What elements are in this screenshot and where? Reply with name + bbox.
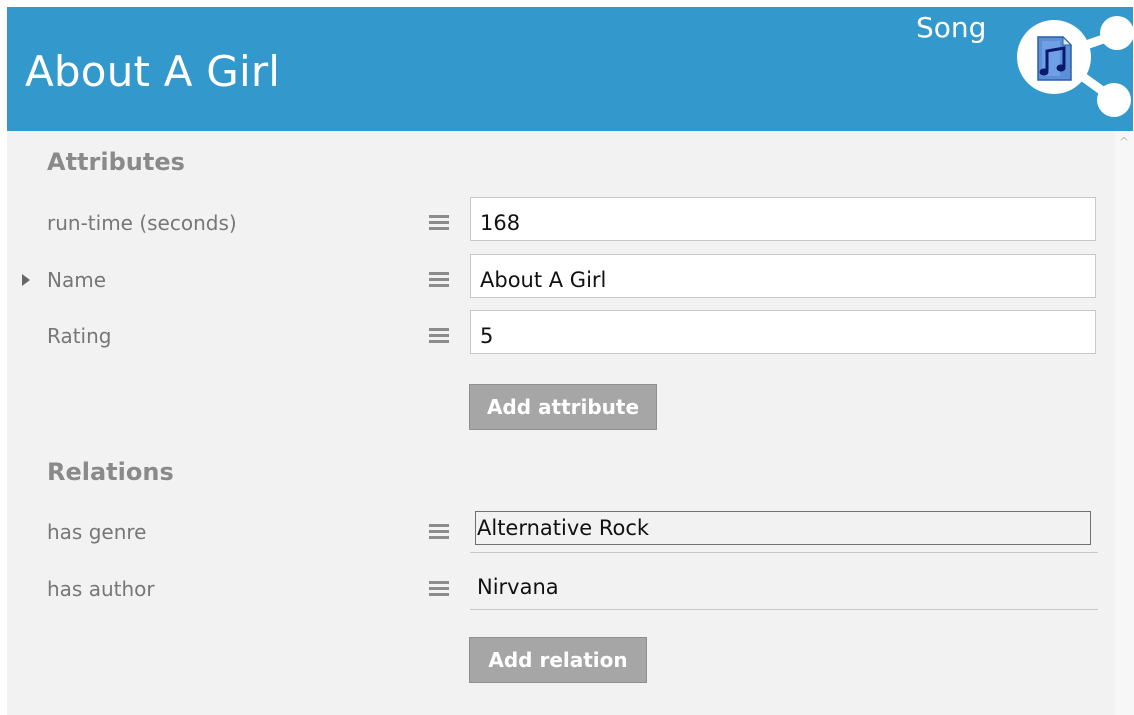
attributes-section-title: Attributes (47, 148, 185, 176)
hamburger-menu-icon[interactable] (429, 524, 449, 540)
caret-right-icon (22, 274, 30, 286)
attribute-value-run-time[interactable] (470, 197, 1096, 241)
hamburger-menu-icon[interactable] (429, 581, 449, 597)
attribute-value-rating[interactable] (470, 310, 1096, 354)
hamburger-menu-icon[interactable] (429, 272, 449, 288)
entity-details-panel: Attributes run-time (seconds) Name Ratin… (7, 131, 1115, 715)
relation-underline (470, 609, 1098, 610)
add-attribute-button[interactable]: Add attribute (469, 384, 657, 430)
chevron-up-icon[interactable]: ^ (1118, 136, 1130, 148)
attribute-value-name[interactable] (470, 254, 1096, 298)
attribute-label-run-time: run-time (seconds) (47, 211, 237, 235)
hamburger-menu-icon[interactable] (429, 215, 449, 231)
hamburger-menu-icon[interactable] (429, 328, 449, 344)
relation-label-has-author: has author (47, 577, 155, 601)
music-document-share-icon (1017, 16, 1134, 117)
relation-label-has-genre: has genre (47, 520, 147, 544)
add-relation-button[interactable]: Add relation (469, 637, 647, 683)
relation-value-has-genre[interactable]: Alternative Rock (475, 511, 1091, 545)
attribute-label-rating: Rating (47, 324, 112, 348)
attribute-label-name: Name (47, 268, 107, 292)
entity-title: About A Girl (25, 47, 281, 96)
entity-type-label: Song (916, 11, 987, 44)
relation-underline (470, 552, 1098, 553)
vertical-scrollbar[interactable] (1115, 131, 1134, 715)
relations-section-title: Relations (47, 458, 174, 486)
entity-header: About A Girl Song (7, 7, 1134, 131)
relation-value-has-author[interactable]: Nirvana (477, 575, 559, 599)
